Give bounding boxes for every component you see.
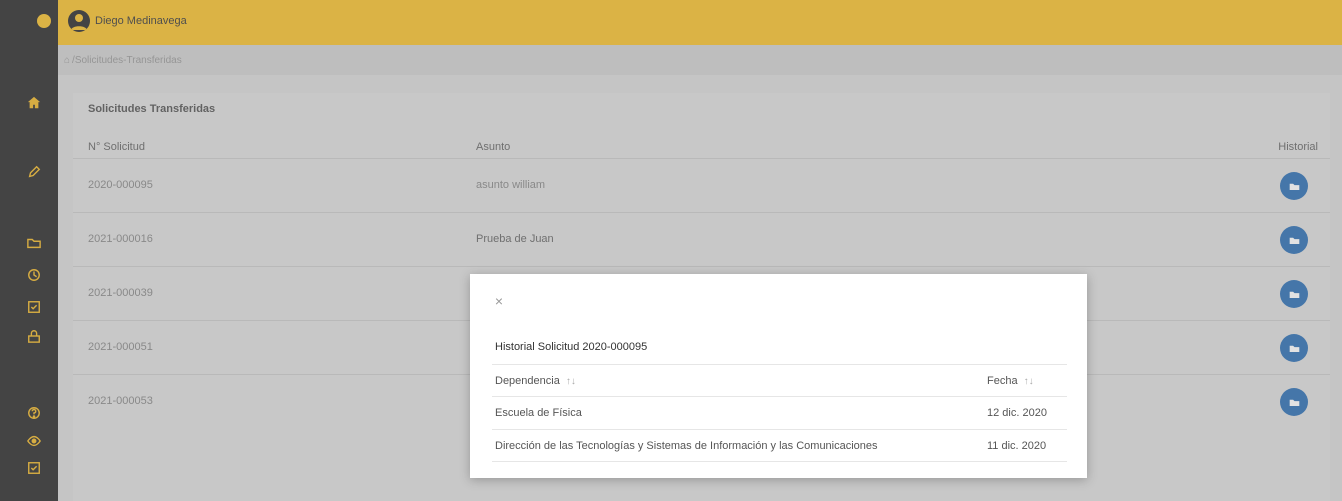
dependency-cell: Dirección de las Tecnologías y Sistemas … — [495, 439, 878, 452]
column-header-label: Dependencia — [495, 374, 560, 387]
sort-icon[interactable]: ↑↓ — [566, 376, 576, 387]
column-header-date[interactable]: Fecha ↑↓ — [987, 375, 1034, 387]
dependency-cell: Escuela de Física — [495, 407, 582, 419]
column-header-label: Fecha — [987, 374, 1018, 387]
history-table: Dependencia ↑↓ Fecha ↑↓ Escuela de Física … — [492, 364, 1067, 462]
sort-icon[interactable]: ↑↓ — [1024, 376, 1034, 387]
dialog-title: Historial Solicitud 2020-000095 — [495, 341, 648, 353]
close-button[interactable]: × — [492, 294, 506, 308]
column-header-dependency[interactable]: Dependencia ↑↓ — [495, 375, 576, 387]
table-header-row: Dependencia ↑↓ Fecha ↑↓ — [492, 364, 1067, 396]
table-row: Escuela de Física 12 dic. 2020 — [492, 396, 1067, 429]
history-dialog: × Historial Solicitud 2020-000095 Depend… — [470, 274, 1087, 478]
table-row: Dirección de las Tecnologías y Sistemas … — [492, 429, 1067, 462]
date-cell: 11 dic. 2020 — [987, 439, 1047, 452]
date-cell: 12 dic. 2020 — [987, 407, 1047, 419]
